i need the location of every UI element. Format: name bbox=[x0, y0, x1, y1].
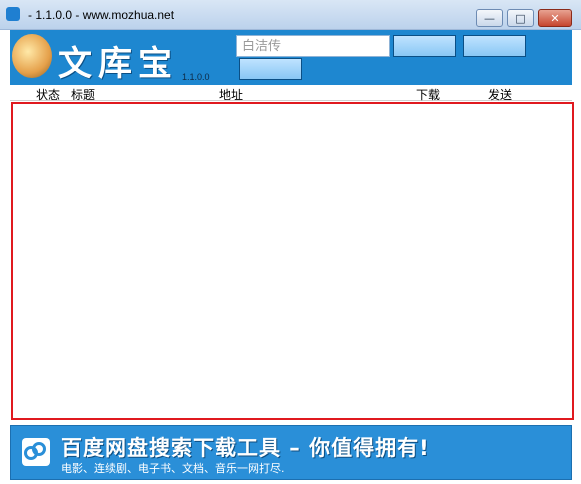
logo-badge-icon bbox=[12, 34, 52, 78]
column-download[interactable]: 下载 bbox=[416, 86, 440, 103]
version-label: 1.1.0.0 bbox=[182, 72, 210, 82]
minimize-button[interactable]: — bbox=[476, 9, 503, 27]
header-button-1[interactable] bbox=[393, 35, 456, 57]
app-icon bbox=[6, 7, 20, 21]
window-title: - 1.1.0.0 - www.mozhua.net bbox=[28, 8, 175, 22]
search-input[interactable] bbox=[236, 35, 390, 57]
list-column-header: 状态 标题 地址 下载 发送 bbox=[10, 85, 572, 103]
column-send[interactable]: 发送 bbox=[488, 86, 512, 103]
results-list[interactable] bbox=[11, 102, 574, 420]
app-header: 文库宝 1.1.0.0 bbox=[10, 30, 572, 85]
title-bar: - 1.1.0.0 - www.mozhua.net — □ ✕ bbox=[0, 0, 581, 30]
app-logo-text: 文库宝 bbox=[58, 44, 178, 84]
baidu-pan-icon bbox=[22, 438, 50, 466]
close-button[interactable]: ✕ bbox=[538, 9, 572, 27]
header-button-2[interactable] bbox=[463, 35, 526, 57]
banner-title: 百度网盘搜索下载工具 – 你值得拥有! bbox=[61, 436, 430, 460]
banner-subtitle: 电影、连续剧、电子书、文档、音乐一网打尽. bbox=[61, 462, 285, 475]
maximize-button[interactable]: □ bbox=[507, 9, 534, 27]
promo-banner[interactable]: 百度网盘搜索下载工具 – 你值得拥有! 电影、连续剧、电子书、文档、音乐一网打尽… bbox=[10, 425, 572, 480]
column-title[interactable]: 标题 bbox=[71, 86, 95, 103]
header-button-3[interactable] bbox=[239, 58, 302, 80]
column-address[interactable]: 地址 bbox=[219, 86, 243, 103]
column-status[interactable]: 状态 bbox=[36, 86, 60, 103]
